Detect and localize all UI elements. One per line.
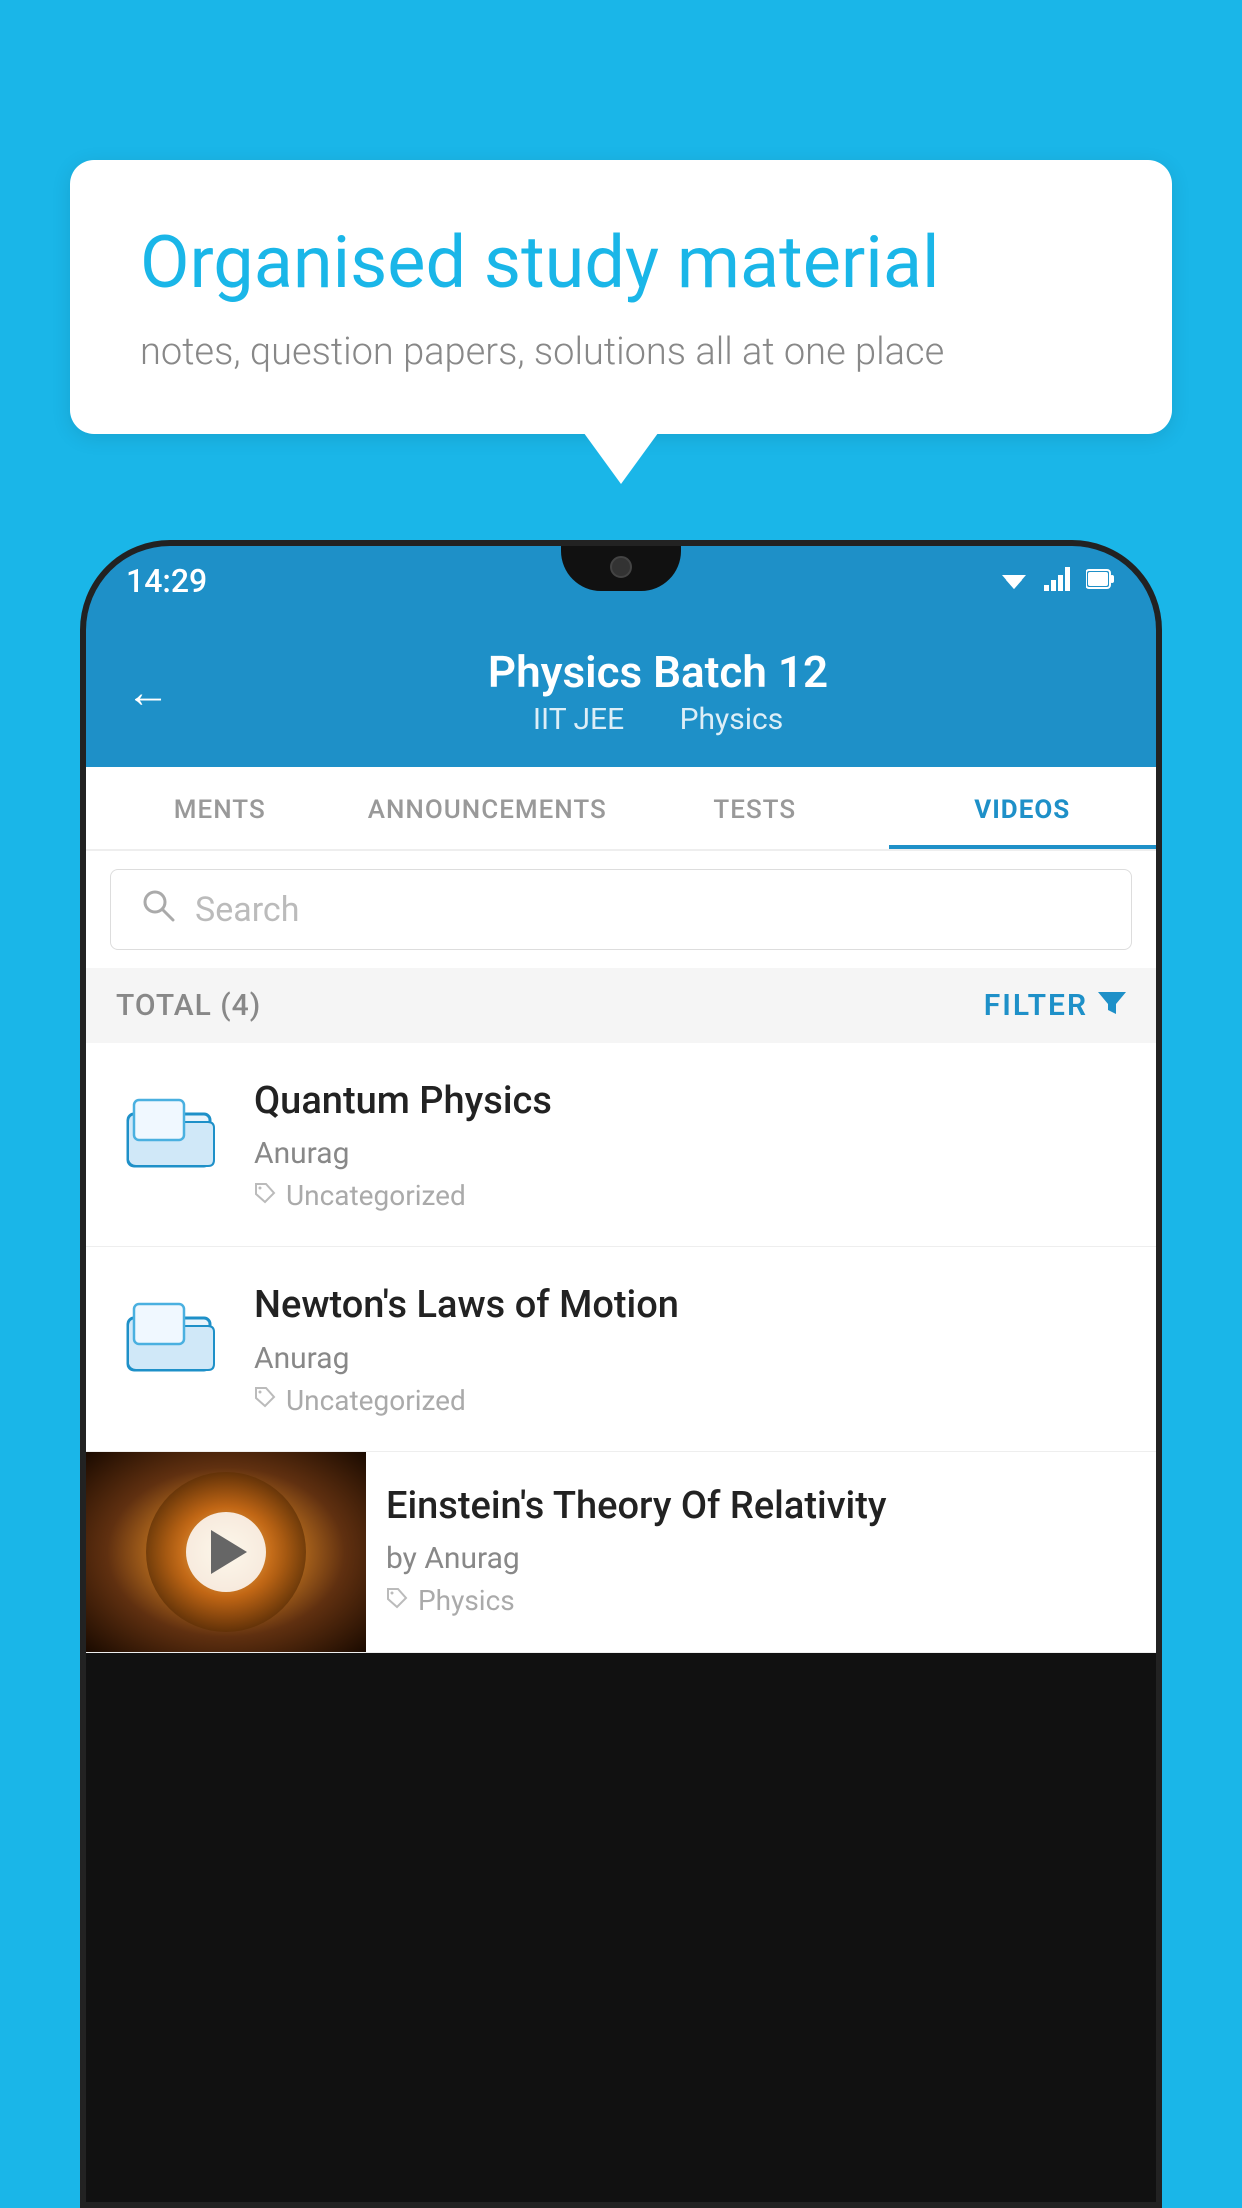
power-button xyxy=(1158,846,1162,926)
video-list: Quantum Physics Anurag Uncategorized xyxy=(86,1043,1156,1653)
video-title: Einstein's Theory Of Relativity xyxy=(386,1482,1136,1531)
filter-icon xyxy=(1098,988,1126,1023)
tag-label: Uncategorized xyxy=(286,1384,466,1417)
tabs-container: MENTS ANNOUNCEMENTS TESTS VIDEOS xyxy=(86,767,1156,851)
einstein-thumbnail xyxy=(86,1452,366,1652)
tag-label: Uncategorized xyxy=(286,1179,466,1212)
tab-announcements[interactable]: ANNOUNCEMENTS xyxy=(354,767,622,849)
filter-button[interactable]: FILTER xyxy=(984,988,1126,1023)
video-tag: Physics xyxy=(386,1584,1136,1617)
video-thumbnail xyxy=(116,1281,226,1391)
tag-icon xyxy=(386,1587,408,1615)
search-icon xyxy=(141,888,175,931)
filter-label: FILTER xyxy=(984,988,1088,1023)
status-bar: 14:29 xyxy=(86,546,1156,616)
video-author: Anurag xyxy=(254,1341,1126,1376)
header-title-container: Physics Batch 12 IIT JEE Physics xyxy=(200,646,1116,737)
subtitle-part2: Physics xyxy=(680,702,784,737)
list-item[interactable]: Einstein's Theory Of Relativity by Anura… xyxy=(86,1452,1156,1653)
video-info: Einstein's Theory Of Relativity by Anura… xyxy=(366,1452,1156,1647)
video-author: Anurag xyxy=(254,1136,1126,1171)
status-time: 14:29 xyxy=(126,562,207,600)
speech-bubble-container: Organised study material notes, question… xyxy=(70,160,1172,434)
search-container: Search xyxy=(86,851,1156,968)
video-tag: Uncategorized xyxy=(254,1179,1126,1212)
speech-bubble-subtitle: notes, question papers, solutions all at… xyxy=(140,330,1102,374)
tag-icon xyxy=(254,1182,276,1210)
mute-button xyxy=(80,766,84,826)
header-title: Physics Batch 12 xyxy=(200,646,1116,698)
speech-bubble: Organised study material notes, question… xyxy=(70,160,1172,434)
wifi-icon xyxy=(998,565,1030,598)
video-info: Quantum Physics Anurag Uncategorized xyxy=(254,1077,1126,1212)
video-thumbnail xyxy=(116,1077,226,1187)
camera xyxy=(610,556,632,578)
tag-icon xyxy=(254,1386,276,1414)
speech-bubble-title: Organised study material xyxy=(140,220,1102,306)
notch xyxy=(561,546,681,591)
battery-icon xyxy=(1086,565,1116,598)
tab-videos[interactable]: VIDEOS xyxy=(889,767,1157,849)
tab-ments[interactable]: MENTS xyxy=(86,767,354,849)
list-item[interactable]: Quantum Physics Anurag Uncategorized xyxy=(86,1043,1156,1247)
filter-bar: TOTAL (4) FILTER xyxy=(86,968,1156,1043)
volume-down-button xyxy=(80,996,84,1096)
phone-frame: 14:29 xyxy=(80,540,1162,2208)
play-button[interactable] xyxy=(186,1512,266,1592)
play-icon xyxy=(211,1530,247,1574)
search-placeholder: Search xyxy=(195,890,299,930)
signal-icon xyxy=(1044,565,1072,598)
header-subtitle: IIT JEE Physics xyxy=(200,702,1116,737)
tab-tests[interactable]: TESTS xyxy=(621,767,889,849)
total-count: TOTAL (4) xyxy=(116,988,261,1023)
tag-label: Physics xyxy=(418,1584,515,1617)
search-bar[interactable]: Search xyxy=(110,869,1132,950)
volume-up-button xyxy=(80,866,84,966)
app-header: ← Physics Batch 12 IIT JEE Physics xyxy=(86,616,1156,767)
back-button[interactable]: ← xyxy=(126,666,170,718)
video-author: by Anurag xyxy=(386,1541,1136,1576)
list-item[interactable]: Newton's Laws of Motion Anurag Uncategor… xyxy=(86,1247,1156,1451)
video-title: Quantum Physics xyxy=(254,1077,1126,1126)
subtitle-part1: IIT JEE xyxy=(533,702,624,737)
status-icons xyxy=(998,565,1116,598)
video-tag: Uncategorized xyxy=(254,1384,1126,1417)
video-title: Newton's Laws of Motion xyxy=(254,1281,1126,1330)
video-info: Newton's Laws of Motion Anurag Uncategor… xyxy=(254,1281,1126,1416)
